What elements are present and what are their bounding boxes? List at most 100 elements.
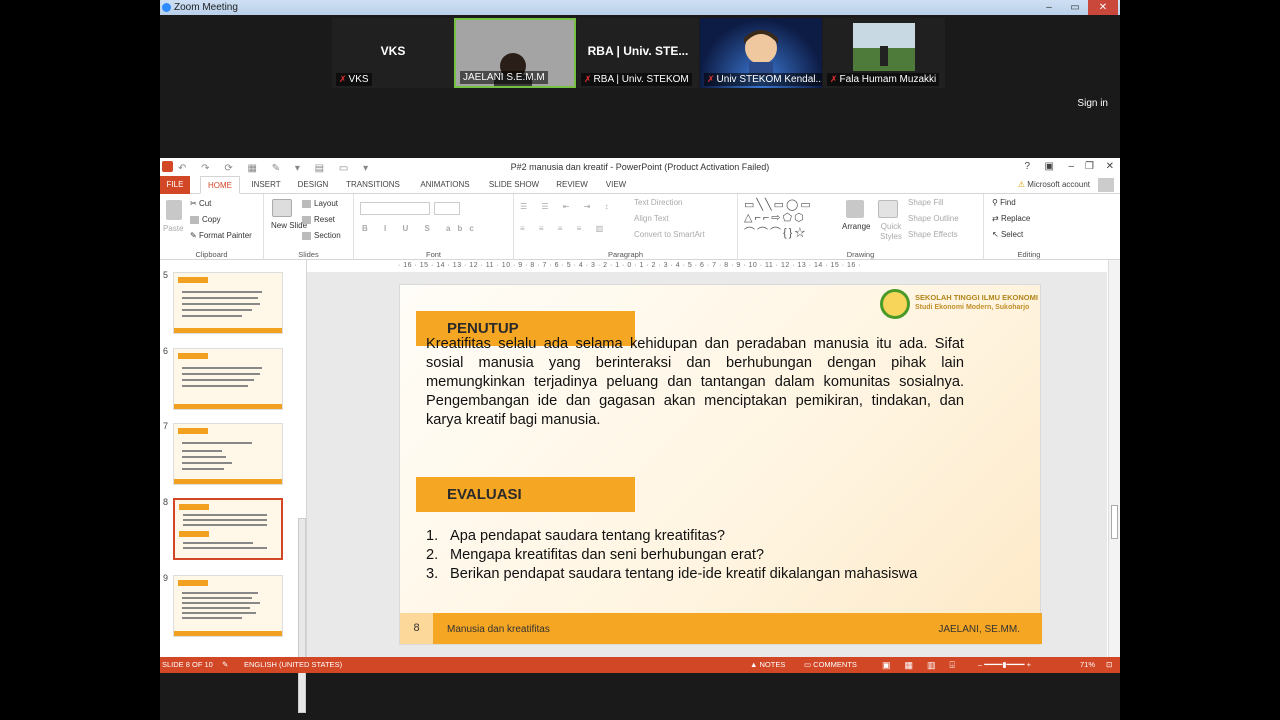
ribbon-display-icon[interactable]: ▣ <box>1045 158 1054 176</box>
slide-canvas: PENUTUP SEKOLAH TINGGI ILMU EKONOMI Stud… <box>307 272 1107 657</box>
status-bar: SLIDE 8 OF 10 ✎ ENGLISH (UNITED STATES) … <box>160 657 1120 673</box>
ribbon: Paste ✂ Cut Copy ✎ Format Painter Clipbo… <box>160 194 1120 260</box>
comments-button[interactable]: ▭ COMMENTS <box>804 657 857 673</box>
select-button[interactable]: ↖ Select <box>992 230 1023 239</box>
closing-paragraph[interactable]: Kreatifitas selalu ada selama kehidupan … <box>426 335 964 430</box>
tab-transitions[interactable]: TRANSITIONS <box>342 176 404 194</box>
thumb-number: 9 <box>163 573 169 583</box>
group-label: Clipboard <box>195 250 228 259</box>
evaluation-list[interactable]: 1. Apa pendapat saudara tentang kreatifit… <box>426 527 917 584</box>
find-button[interactable]: ⚲ Find <box>992 198 1016 207</box>
reset-button[interactable]: Reset <box>302 215 335 224</box>
layout-icon <box>302 199 311 208</box>
shape-effects-button[interactable]: Shape Effects <box>908 230 958 239</box>
shape-outline-button[interactable]: Shape Outline <box>908 214 959 223</box>
section-button[interactable]: Section <box>302 231 341 240</box>
paste-button[interactable]: Paste <box>163 224 183 233</box>
close-icon[interactable]: ✕ <box>1106 158 1114 176</box>
slide[interactable]: PENUTUP SEKOLAH TINGGI ILMU EKONOMI Stud… <box>399 284 1042 645</box>
zoom-level[interactable]: 71% <box>1080 657 1095 673</box>
tab-insert[interactable]: INSERT <box>246 176 286 194</box>
participant-tile[interactable]: VKS ✗ VKS <box>332 18 454 88</box>
tab-design[interactable]: DESIGN <box>292 176 334 194</box>
mic-muted-icon: ✗ <box>707 74 715 84</box>
participant-tile[interactable]: RBA | Univ. STE... ✗ RBA | Univ. STEKOM <box>577 18 699 88</box>
slide-thumbnail-6[interactable] <box>173 348 283 410</box>
layout-button[interactable]: Layout <box>302 199 338 208</box>
quick-styles-button[interactable]: Quick Styles <box>876 222 906 242</box>
zoom-slider[interactable]: – ━━━━▮━━━━ + <box>978 657 1031 673</box>
tab-review[interactable]: REVIEW <box>552 176 592 194</box>
arrange-icon[interactable] <box>846 200 864 218</box>
thumb-number: 8 <box>163 497 169 507</box>
list-buttons[interactable]: ☰ ☰ ⇤ ⇥ ↕ <box>520 202 615 211</box>
spellcheck-icon[interactable]: ✎ <box>222 657 228 673</box>
sign-in-link[interactable]: Sign in <box>1077 98 1108 109</box>
view-buttons[interactable]: ▣▦▥⌹ <box>882 657 969 673</box>
tab-file[interactable]: FILE <box>160 176 190 194</box>
participant-tile[interactable]: ✗ Fala Humam Muzakki <box>823 18 945 88</box>
thumb-number: 7 <box>163 421 169 431</box>
editing-group: ⚲ Find ⇄ Replace ↖ Select Editing <box>984 194 1074 260</box>
mic-muted-icon: ✗ <box>830 74 838 84</box>
minimize-icon[interactable]: – <box>1068 158 1074 176</box>
slides-group: New Slide Layout Reset Section Slides <box>264 194 354 260</box>
participant-label: ✗ RBA | Univ. STEKOM <box>581 73 692 86</box>
maximize-icon[interactable]: ▭ <box>1064 0 1086 15</box>
zoom-logo-icon <box>162 3 171 12</box>
replace-button[interactable]: ⇄ Replace <box>992 214 1030 223</box>
tab-home[interactable]: HOME <box>200 176 240 194</box>
slide-footer: 8 Manusia dan kreatifitas JAELANI, SE.MM… <box>400 613 1042 644</box>
smartart-button[interactable]: Convert to SmartArt <box>634 230 705 239</box>
binoculars-icon: ⚲ <box>992 198 1001 207</box>
restore-icon[interactable]: ❐ <box>1085 158 1094 176</box>
align-buttons[interactable]: ≡ ≡ ≡ ≡ ▥ <box>520 224 609 233</box>
slide-thumbnail-7[interactable] <box>173 423 283 485</box>
avatar[interactable] <box>1098 178 1114 192</box>
participant-tile[interactable]: ✗ Univ STEKOM Kendal... <box>700 18 822 88</box>
close-icon[interactable]: ✕ <box>1088 0 1118 15</box>
zoom-window: Zoom Meeting – ▭ ✕ VKS ✗ VKS JAELANI S.E.… <box>160 0 1120 720</box>
editor-scrollbar[interactable] <box>1108 260 1120 657</box>
text-direction-button[interactable]: Text Direction <box>634 198 682 207</box>
tab-view[interactable]: VIEW <box>596 176 636 194</box>
align-text-button[interactable]: Align Text <box>634 214 669 223</box>
notes-button[interactable]: ▲ NOTES <box>750 657 785 673</box>
scissors-icon: ✂ <box>190 199 199 208</box>
fit-slide-icon[interactable]: ⊡ <box>1106 657 1112 673</box>
tab-slide-show[interactable]: SLIDE SHOW <box>486 176 542 194</box>
quick-styles-icon[interactable] <box>878 200 898 218</box>
font-size-select[interactable] <box>434 202 460 215</box>
copy-button[interactable]: Copy <box>190 215 221 224</box>
scrollbar-thumb[interactable] <box>1111 505 1118 539</box>
slide-thumbnail-8[interactable] <box>173 498 283 560</box>
font-group: B I U S abc Font <box>354 194 514 260</box>
tab-animations[interactable]: ANIMATIONS <box>414 176 476 194</box>
account-button[interactable]: ⚠ Microsoft account <box>1018 176 1090 194</box>
participant-name: VKS <box>380 44 406 58</box>
minimize-icon[interactable]: – <box>1038 0 1060 15</box>
replace-icon: ⇄ <box>992 214 1001 223</box>
slide-thumbnails-pane: 5 6 7 8 9 <box>160 260 307 713</box>
slide-thumbnail-5[interactable] <box>173 272 283 334</box>
section-icon <box>302 231 311 240</box>
heading-evaluasi[interactable]: EVALUASI <box>416 477 635 512</box>
ribbon-tabs: FILE HOME INSERT DESIGN TRANSITIONS ANIM… <box>160 176 1120 194</box>
font-name-select[interactable] <box>360 202 430 215</box>
list-item: 1. Apa pendapat saudara tentang kreatifit… <box>426 528 726 544</box>
cut-button[interactable]: ✂ Cut <box>190 199 211 208</box>
shapes-gallery[interactable]: ▭╲╲▭◯▭ △⌐⌐⇨⬠⬡ ⌒⌒⌒{}☆ <box>744 198 813 240</box>
slide-thumbnail-9[interactable] <box>173 575 283 637</box>
participant-tile-active[interactable]: JAELANI S.E.M.M <box>454 18 576 88</box>
font-format-buttons[interactable]: B I U S abc <box>362 224 481 233</box>
format-painter-button[interactable]: ✎ Format Painter <box>190 231 252 240</box>
language-indicator[interactable]: ENGLISH (UNITED STATES) <box>244 657 342 673</box>
arrange-button[interactable]: Arrange <box>842 222 870 231</box>
paste-icon[interactable] <box>166 200 182 220</box>
help-icon[interactable]: ? <box>1024 158 1030 176</box>
new-slide-icon[interactable] <box>272 199 292 217</box>
thumbnail-scrollbar[interactable] <box>298 518 306 713</box>
thumb-number: 5 <box>163 270 169 280</box>
shape-fill-button[interactable]: Shape Fill <box>908 198 944 207</box>
participant-label: ✗ Univ STEKOM Kendal... <box>704 73 822 86</box>
